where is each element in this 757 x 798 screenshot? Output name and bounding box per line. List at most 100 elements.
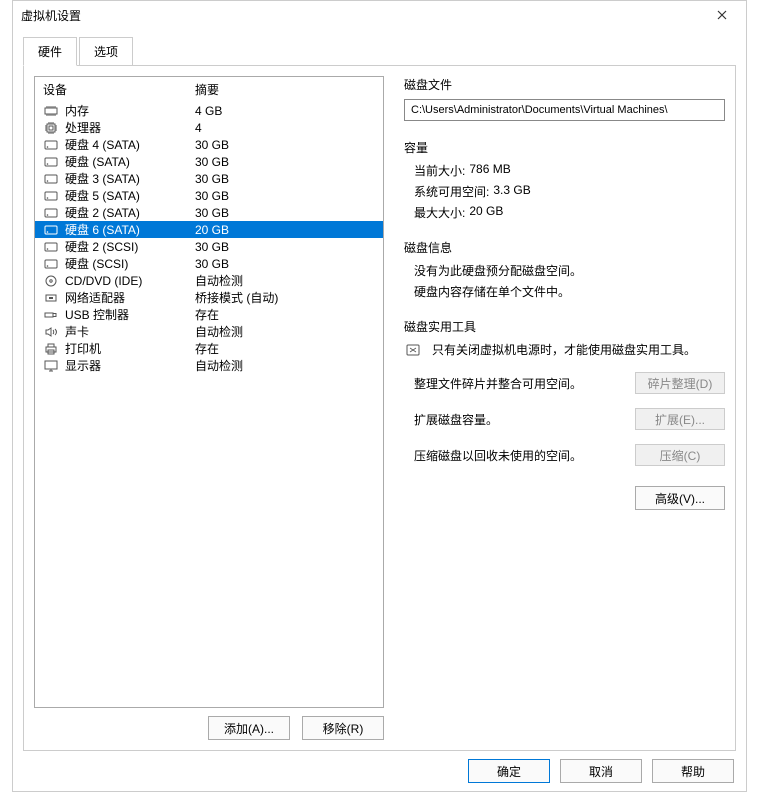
- device-name: 处理器: [65, 119, 195, 136]
- header-summary: 摘要: [195, 81, 375, 98]
- display-icon: [43, 359, 59, 373]
- device-name: 硬盘 (SCSI): [65, 255, 195, 272]
- add-button[interactable]: 添加(A)...: [208, 716, 290, 740]
- tab-hardware[interactable]: 硬件: [23, 37, 77, 66]
- device-row[interactable]: 打印机存在: [35, 340, 383, 357]
- device-row[interactable]: 网络适配器桥接模式 (自动): [35, 289, 383, 306]
- tabs: 硬件 选项: [23, 37, 736, 65]
- device-row[interactable]: 硬盘 2 (SATA)30 GB: [35, 204, 383, 221]
- device-name: 硬盘 6 (SATA): [65, 221, 195, 238]
- device-summary: 30 GB: [195, 206, 375, 220]
- device-summary: 4 GB: [195, 104, 375, 118]
- disk-util-warning: 只有关闭虚拟机电源时，才能使用磁盘实用工具。: [432, 341, 725, 358]
- system-free-label: 系统可用空间:: [414, 183, 489, 200]
- compact-text: 压缩磁盘以回收未使用的空间。: [414, 447, 625, 464]
- device-row[interactable]: 硬盘 6 (SATA)20 GB: [35, 221, 383, 238]
- hardware-panel: 设备 摘要 内存4 GB处理器4硬盘 4 (SATA)30 GB硬盘 (SATA…: [23, 65, 736, 751]
- device-summary: 自动检测: [195, 357, 375, 374]
- advanced-button[interactable]: 高级(V)...: [635, 486, 725, 510]
- hdd-icon: [43, 189, 59, 203]
- device-row[interactable]: 声卡自动检测: [35, 323, 383, 340]
- help-button[interactable]: 帮助: [652, 759, 734, 783]
- current-size-value: 786 MB: [469, 162, 510, 179]
- device-name: 硬盘 5 (SATA): [65, 187, 195, 204]
- header-device: 设备: [43, 81, 195, 98]
- device-name: 网络适配器: [65, 289, 195, 306]
- device-summary: 20 GB: [195, 223, 375, 237]
- device-summary: 存在: [195, 306, 375, 323]
- memory-icon: [43, 104, 59, 118]
- list-header: 设备 摘要: [35, 77, 383, 102]
- device-row[interactable]: 处理器4: [35, 119, 383, 136]
- max-size-value: 20 GB: [469, 204, 503, 221]
- defrag-text: 整理文件碎片并整合可用空间。: [414, 375, 625, 392]
- device-name: 显示器: [65, 357, 195, 374]
- cancel-button[interactable]: 取消: [560, 759, 642, 783]
- system-free-value: 3.3 GB: [493, 183, 530, 200]
- warning-icon: [404, 344, 422, 356]
- device-row[interactable]: 硬盘 5 (SATA)30 GB: [35, 187, 383, 204]
- device-summary: 自动检测: [195, 272, 375, 289]
- vm-settings-dialog: 虚拟机设置 硬件 选项 设备 摘要 内存4 GB处理器4硬盘 4 (SATA)3…: [12, 0, 747, 792]
- disk-info-title: 磁盘信息: [404, 239, 725, 256]
- device-row[interactable]: 硬盘 (SATA)30 GB: [35, 153, 383, 170]
- device-row[interactable]: 硬盘 (SCSI)30 GB: [35, 255, 383, 272]
- device-name: 声卡: [65, 323, 195, 340]
- hdd-icon: [43, 155, 59, 169]
- expand-button: 扩展(E)...: [635, 408, 725, 430]
- hdd-icon: [43, 257, 59, 271]
- device-row[interactable]: CD/DVD (IDE)自动检测: [35, 272, 383, 289]
- device-summary: 桥接模式 (自动): [195, 289, 375, 306]
- defrag-button: 碎片整理(D): [635, 372, 725, 394]
- disk-file-path[interactable]: C:\Users\Administrator\Documents\Virtual…: [404, 99, 725, 121]
- device-list: 设备 摘要 内存4 GB处理器4硬盘 4 (SATA)30 GB硬盘 (SATA…: [34, 76, 384, 708]
- device-row[interactable]: 显示器自动检测: [35, 357, 383, 374]
- disk-util-group: 磁盘实用工具 只有关闭虚拟机电源时，才能使用磁盘实用工具。 整理文件碎片并整合可…: [404, 318, 725, 466]
- cpu-icon: [43, 121, 59, 135]
- device-row[interactable]: 硬盘 2 (SCSI)30 GB: [35, 238, 383, 255]
- hdd-icon: [43, 138, 59, 152]
- device-name: USB 控制器: [65, 306, 195, 323]
- device-row[interactable]: 内存4 GB: [35, 102, 383, 119]
- disk-util-title: 磁盘实用工具: [404, 318, 725, 335]
- device-name: 硬盘 4 (SATA): [65, 136, 195, 153]
- dialog-footer: 确定 取消 帮助: [23, 751, 736, 783]
- device-summary: 30 GB: [195, 240, 375, 254]
- hdd-icon: [43, 172, 59, 186]
- printer-icon: [43, 342, 59, 356]
- device-name: 硬盘 3 (SATA): [65, 170, 195, 187]
- capacity-group: 容量 当前大小:786 MB 系统可用空间:3.3 GB 最大大小:20 GB: [404, 139, 725, 221]
- device-summary: 4: [195, 121, 375, 135]
- device-summary: 30 GB: [195, 189, 375, 203]
- hdd-icon: [43, 206, 59, 220]
- capacity-title: 容量: [404, 139, 725, 156]
- device-name: 硬盘 2 (SCSI): [65, 238, 195, 255]
- device-summary: 30 GB: [195, 172, 375, 186]
- disk-info-line1: 没有为此硬盘预分配磁盘空间。: [414, 262, 725, 279]
- disk-file-title: 磁盘文件: [404, 76, 725, 93]
- device-name: CD/DVD (IDE): [65, 274, 195, 288]
- remove-button[interactable]: 移除(R): [302, 716, 384, 740]
- device-summary: 30 GB: [195, 257, 375, 271]
- device-name: 硬盘 2 (SATA): [65, 204, 195, 221]
- titlebar: 虚拟机设置: [13, 1, 746, 29]
- device-name: 硬盘 (SATA): [65, 153, 195, 170]
- device-summary: 存在: [195, 340, 375, 357]
- compact-button: 压缩(C): [635, 444, 725, 466]
- current-size-label: 当前大小:: [414, 162, 465, 179]
- device-row[interactable]: 硬盘 4 (SATA)30 GB: [35, 136, 383, 153]
- disk-info-group: 磁盘信息 没有为此硬盘预分配磁盘空间。 硬盘内容存储在单个文件中。: [404, 239, 725, 300]
- device-name: 内存: [65, 102, 195, 119]
- device-row[interactable]: 硬盘 3 (SATA)30 GB: [35, 170, 383, 187]
- ok-button[interactable]: 确定: [468, 759, 550, 783]
- sound-icon: [43, 325, 59, 339]
- device-row[interactable]: USB 控制器存在: [35, 306, 383, 323]
- device-name: 打印机: [65, 340, 195, 357]
- device-summary: 30 GB: [195, 138, 375, 152]
- device-summary: 30 GB: [195, 155, 375, 169]
- hdd-icon: [43, 240, 59, 254]
- close-button[interactable]: [702, 2, 742, 28]
- usb-icon: [43, 308, 59, 322]
- max-size-label: 最大大小:: [414, 204, 465, 221]
- tab-options[interactable]: 选项: [79, 37, 133, 65]
